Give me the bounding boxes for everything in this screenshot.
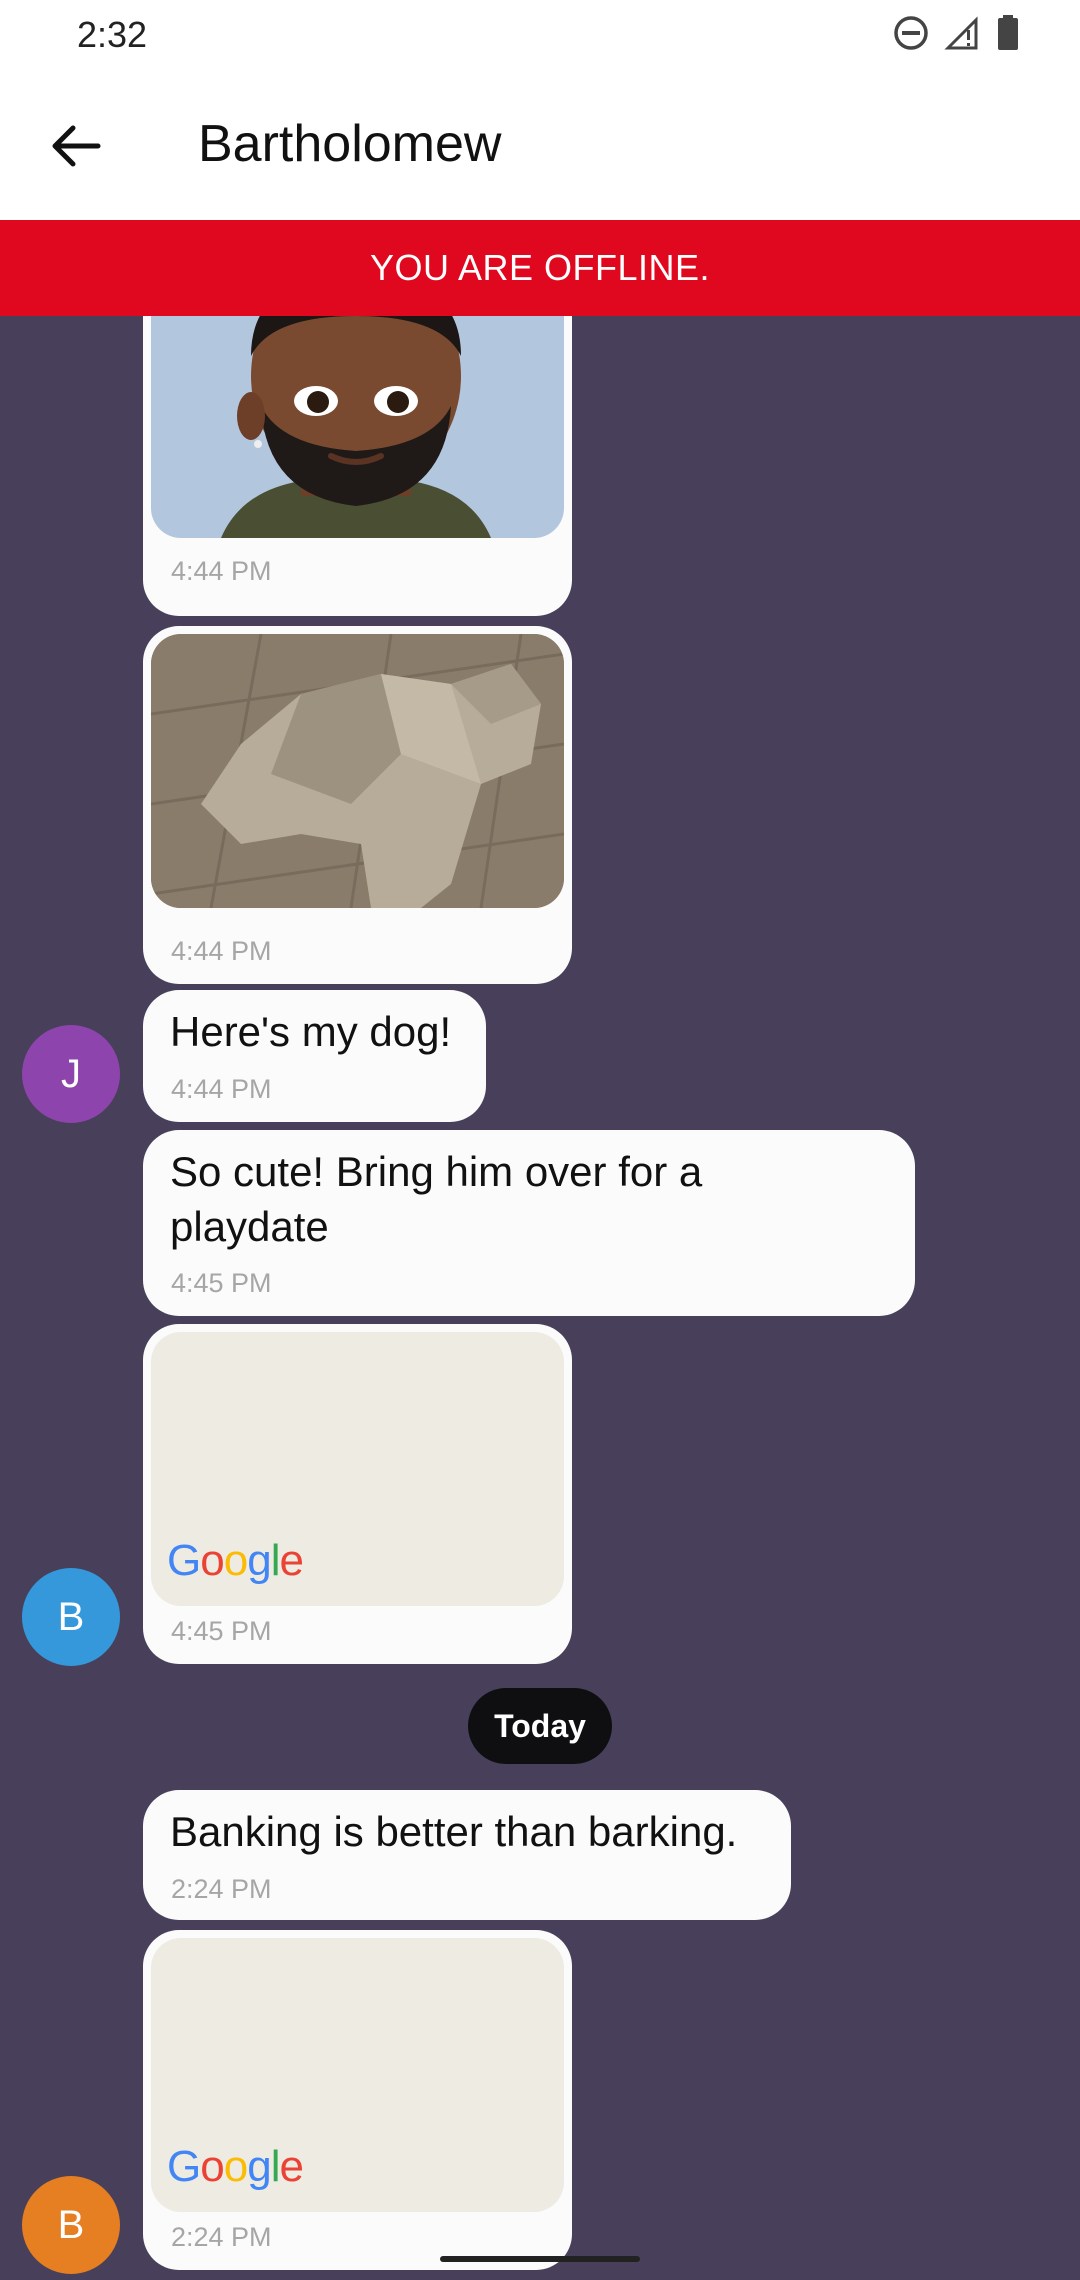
map-preview[interactable]: Google (151, 1332, 564, 1606)
offline-banner: YOU ARE OFFLINE. (0, 220, 1080, 316)
message-list[interactable]: 4:44 PM 4:44 PM Here's my dog! 4:44 PM J… (0, 316, 1080, 2280)
message-time: 2:24 PM (171, 2222, 272, 2252)
message-text: Here's my dog! (170, 1008, 452, 1055)
text-message[interactable]: So cute! Bring him over for a playdate 4… (143, 1130, 915, 1316)
app-bar: Bartholomew (0, 72, 1080, 220)
message-time: 4:44 PM (171, 556, 272, 586)
back-arrow-icon (52, 125, 101, 167)
home-indicator[interactable] (440, 2256, 640, 2262)
dog-3d-model-graphic (151, 634, 564, 908)
location-message[interactable]: Google 2:24 PM (143, 1930, 572, 2270)
message-time: 4:44 PM (171, 936, 272, 966)
status-time: 2:32 (77, 14, 148, 55)
message-time: 4:45 PM (171, 1268, 272, 1298)
image-message[interactable]: 4:44 PM (143, 626, 572, 984)
signal-icon (944, 16, 978, 50)
location-message[interactable]: Google 4:45 PM (143, 1324, 572, 1664)
message-time: 4:44 PM (171, 1074, 272, 1104)
message-time: 4:45 PM (171, 1616, 272, 1646)
memoji-avatar-graphic (221, 316, 491, 538)
message-text: Banking is better than barking. (170, 1808, 738, 1855)
avatar-b[interactable]: B (22, 1568, 120, 1666)
map-logo: Google (167, 2142, 304, 2191)
memoji-image[interactable] (151, 316, 564, 538)
status-bar: 2:32 (0, 0, 1080, 72)
battery-icon (998, 15, 1018, 50)
map-logo: Google (167, 1536, 304, 1585)
map-preview[interactable]: Google (151, 1938, 564, 2212)
status-icons (892, 14, 1020, 52)
avatar-j[interactable]: J (22, 1025, 120, 1123)
conversation-title: Bartholomew (198, 115, 502, 173)
avatar-b[interactable]: B (22, 2176, 120, 2274)
back-button[interactable] (40, 114, 112, 178)
date-divider: Today (468, 1688, 612, 1764)
image-message[interactable]: 4:44 PM (143, 316, 572, 616)
message-text: So cute! Bring him over for a playdate (170, 1148, 703, 1250)
do-not-disturb-icon (894, 16, 928, 50)
dog-image[interactable] (151, 634, 564, 908)
message-time: 2:24 PM (171, 1874, 272, 1904)
text-message[interactable]: Banking is better than barking. 2:24 PM (143, 1790, 791, 1920)
text-message[interactable]: Here's my dog! 4:44 PM (143, 990, 486, 1122)
